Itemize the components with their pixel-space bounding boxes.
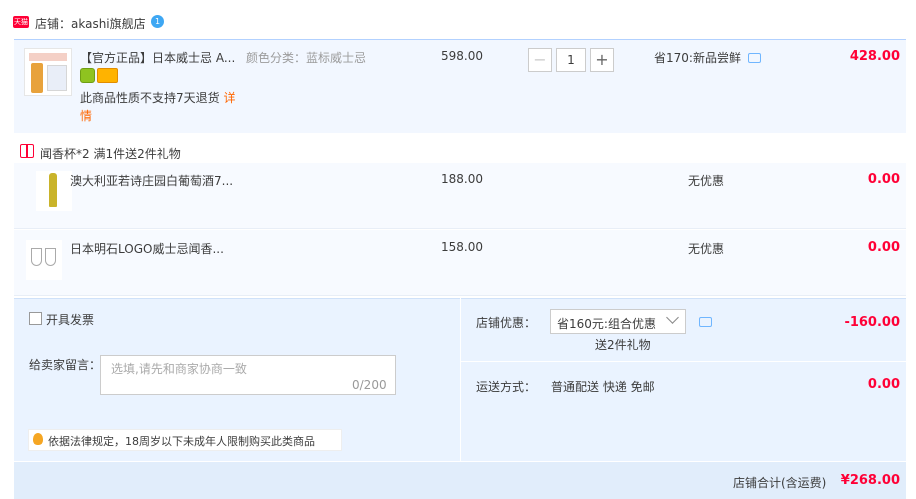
gift-subtotal: 0.00 <box>867 240 900 255</box>
gift-icon <box>20 144 34 158</box>
seller-message-placeholder: 选填,请先和商家协商一致 <box>111 362 247 376</box>
gift-thumbnail-glasses[interactable] <box>26 240 62 280</box>
panel-divider <box>460 298 461 461</box>
product-sku: 颜色分类：蓝标威士忌 <box>246 51 367 65</box>
gift-header-text: 闻香杯*2 满1件送2件礼物 <box>40 147 181 161</box>
increase-quantity-button[interactable]: + <box>590 48 614 72</box>
store-name-link[interactable]: 店铺：akashi旗舰店 <box>35 15 146 32</box>
shipping-label: 运送方式： <box>476 380 537 394</box>
order-store-section: 天猫 店铺：akashi旗舰店 1 【官方正品】日本威士忌 A... 颜色分类：… <box>0 0 916 499</box>
message-char-count: 0/200 <box>352 378 387 392</box>
shop-discount-selected: 省160元:组合优惠 <box>557 317 656 331</box>
gift-price: 158.00 <box>441 240 483 254</box>
product-thumbnail[interactable] <box>24 48 72 96</box>
service-badge-icon[interactable] <box>80 68 95 83</box>
tmall-icon: 天猫 <box>13 16 29 28</box>
verified-badge-icon: 1 <box>151 15 164 28</box>
message-label: 给卖家留言： <box>29 358 102 372</box>
store-total-label: 店铺合计(含运费) <box>733 476 827 490</box>
gift-title-link[interactable]: 澳大利亚若诗庄园白葡萄酒7... <box>70 172 233 189</box>
panel-divider <box>461 361 906 362</box>
invoice-label[interactable]: 开具发票 <box>46 311 94 328</box>
shop-discount-label: 店铺优惠： <box>476 316 537 330</box>
quantity-input[interactable]: 1 <box>556 48 586 72</box>
gift-promotion: 无优惠 <box>688 242 725 256</box>
invoice-checkbox[interactable] <box>29 312 42 325</box>
shipping-method: 普通配送 快递 免邮 <box>551 380 655 394</box>
item-promotion: 省170:新品尝鲜 <box>654 51 741 65</box>
decrease-quantity-button[interactable]: − <box>528 48 552 72</box>
shipping-amount: 0.00 <box>867 377 900 392</box>
shop-discount-gift-note: 送2件礼物 <box>595 338 651 352</box>
legal-notice-text: 依据法律规定，18周岁以下未成年人限制购买此类商品 <box>48 435 315 448</box>
store-total-amount: ¥268.00 <box>840 473 900 488</box>
shop-discount-amount: -160.00 <box>844 315 900 330</box>
return-notice: 此商品性质不支持7天退货 详情 <box>80 89 245 125</box>
gift-promotion: 无优惠 <box>688 174 725 188</box>
item-subtotal: 428.00 <box>849 49 900 64</box>
gift-title-link[interactable]: 日本明石LOGO威士忌闻香... <box>70 240 224 257</box>
chat-bubble-icon[interactable] <box>748 53 761 63</box>
unit-price: 598.00 <box>441 49 483 63</box>
gift-price: 188.00 <box>441 172 483 186</box>
gift-subtotal: 0.00 <box>867 172 900 187</box>
product-title-link[interactable]: 【官方正品】日本威士忌 A... <box>80 49 235 66</box>
return-notice-text: 此商品性质不支持7天退货 <box>80 91 220 105</box>
credit-card-icon[interactable] <box>97 68 118 83</box>
gift-thumbnail-wine[interactable] <box>36 171 72 211</box>
chat-bubble-icon[interactable] <box>699 317 712 327</box>
lightbulb-icon <box>33 433 43 445</box>
